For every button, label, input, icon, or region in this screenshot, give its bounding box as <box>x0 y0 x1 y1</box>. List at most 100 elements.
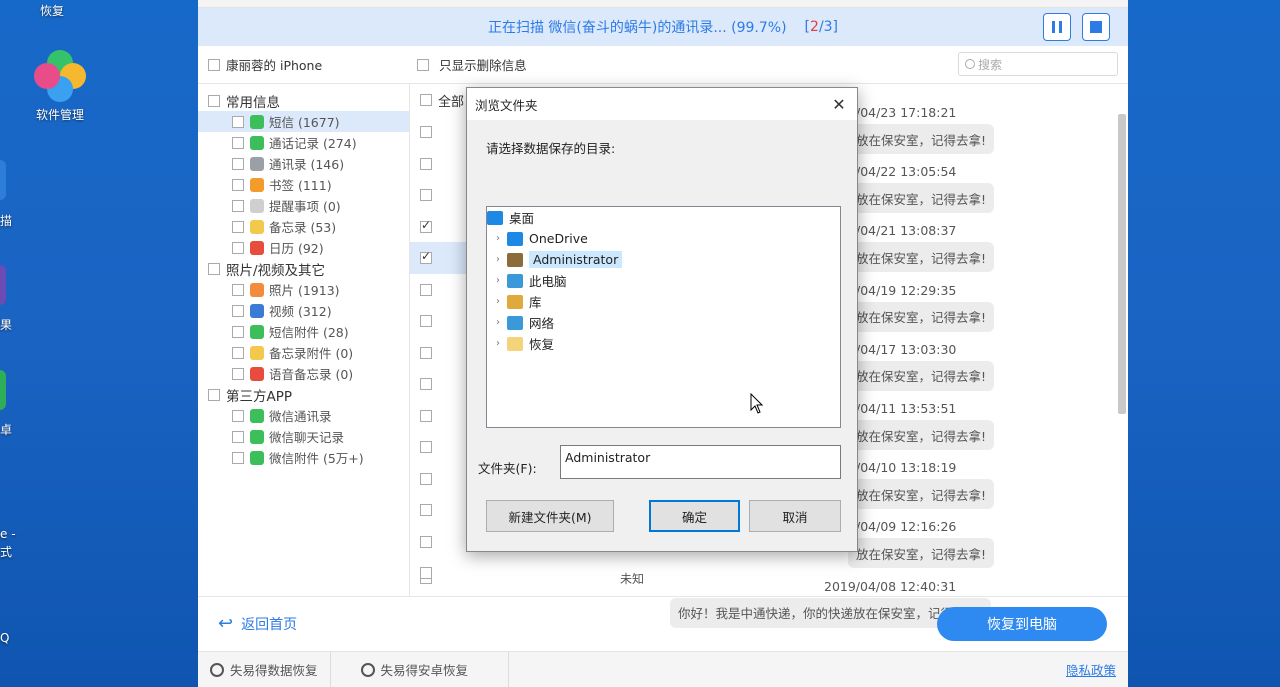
desktop-icon-recover[interactable]: 恢复 <box>40 2 64 19</box>
back-home-button[interactable]: ↩ 返回首页 <box>218 613 297 634</box>
tree-item[interactable]: 微信聊天记录 <box>198 426 409 447</box>
tree-checkbox[interactable] <box>208 262 220 275</box>
chat-scrollbar[interactable] <box>1118 114 1126 414</box>
tree-category[interactable]: 照片/视频及其它 <box>198 258 409 279</box>
back-arrow-icon: ↩ <box>218 613 234 634</box>
privacy-policy-link[interactable]: 隐私政策 <box>1066 660 1116 679</box>
row-checkbox[interactable] <box>420 157 432 170</box>
row-checkbox[interactable] <box>420 409 432 422</box>
cancel-button[interactable]: 取消 <box>749 500 841 532</box>
tree-item[interactable]: 通讯录 (146) <box>198 153 409 174</box>
tree-item[interactable]: 视频 (312) <box>198 300 409 321</box>
search-input[interactable]: 搜索 <box>958 52 1118 76</box>
row-checkbox[interactable] <box>420 283 432 296</box>
chevron-right-icon[interactable]: › <box>491 317 505 328</box>
row-checkbox[interactable] <box>420 378 432 390</box>
tree-item[interactable]: 微信通讯录 <box>198 405 409 426</box>
folder-tree-item[interactable]: › 网络 <box>487 312 840 333</box>
row-checkbox[interactable] <box>420 315 432 327</box>
tree-item[interactable]: 短信附件 (28) <box>198 321 409 342</box>
close-icon[interactable]: ✕ <box>827 92 851 116</box>
tree-checkbox[interactable] <box>232 430 244 443</box>
tree-item[interactable]: 语音备忘录 (0) <box>198 363 409 384</box>
tree-item[interactable]: 照片 (1913) <box>198 279 409 300</box>
tree-checkbox[interactable] <box>232 241 244 254</box>
tree-item[interactable]: 备忘录 (53) <box>198 216 409 237</box>
recover-to-pc-button[interactable]: 恢复到电脑 <box>937 607 1107 641</box>
tree-item[interactable]: 短信 (1677) <box>198 111 409 132</box>
new-folder-button[interactable]: 新建文件夹(M) <box>486 500 614 532</box>
tree-checkbox[interactable] <box>232 178 244 191</box>
device-label: 康丽蓉的 iPhone <box>226 58 323 73</box>
ok-button[interactable]: 确定 <box>649 500 740 532</box>
folder-tree-item[interactable]: › Administrator <box>487 249 840 270</box>
tree-item[interactable]: 微信附件 (5万+) <box>198 447 409 468</box>
folder-field[interactable]: Administrator <box>560 445 841 479</box>
tree-checkbox[interactable] <box>232 304 244 317</box>
status-link-android-recovery[interactable]: 失易得安卓恢复 <box>331 651 510 687</box>
folder-tree-item[interactable]: › 此电脑 <box>487 270 840 291</box>
device-checkbox[interactable] <box>208 58 220 71</box>
chevron-right-icon[interactable]: › <box>491 338 505 349</box>
software-manager-logo-icon <box>34 50 86 102</box>
voice-memo-icon <box>250 366 264 381</box>
status-link-data-recovery[interactable]: 失易得数据恢复 <box>198 651 331 687</box>
tree-label: 视频 (312) <box>269 304 332 319</box>
tree-checkbox[interactable] <box>232 367 244 380</box>
folder-tree-item[interactable]: 桌面 <box>487 207 840 228</box>
tree-checkbox[interactable] <box>232 325 244 338</box>
stop-button[interactable] <box>1082 13 1110 41</box>
row-checkbox[interactable] <box>420 126 432 138</box>
attachment-icon <box>250 324 264 339</box>
tree-item[interactable]: 备忘录附件 (0) <box>198 342 409 363</box>
tree-checkbox[interactable] <box>208 388 220 401</box>
tree-checkbox[interactable] <box>232 451 244 464</box>
tree-category[interactable]: 常用信息 <box>198 90 409 111</box>
deleted-only-checkbox[interactable] <box>417 58 430 71</box>
tree-item[interactable]: 日历 (92) <box>198 237 409 258</box>
message-bubble: 放在保安室，记得去拿! <box>848 360 995 391</box>
row-checkbox[interactable] <box>420 472 432 485</box>
row-checkbox[interactable] <box>420 249 432 264</box>
tree-item[interactable]: 书签 (111) <box>198 174 409 195</box>
tree-checkbox[interactable] <box>208 94 220 107</box>
tree-checkbox[interactable] <box>232 346 244 359</box>
select-all-checkbox[interactable] <box>420 94 432 106</box>
tree-item[interactable]: 提醒事项 (0) <box>198 195 409 216</box>
tree-checkbox[interactable] <box>232 283 244 296</box>
folder-tree-item[interactable]: › 库 <box>487 291 840 312</box>
chevron-right-icon[interactable]: › <box>491 254 505 265</box>
tree-checkbox[interactable] <box>232 220 244 233</box>
chevron-right-icon[interactable]: › <box>491 233 505 244</box>
chevron-right-icon[interactable]: › <box>491 275 505 286</box>
pause-button[interactable] <box>1043 13 1071 41</box>
folder-tree-item[interactable]: › 恢复 <box>487 333 840 354</box>
tree-item[interactable]: 通话记录 (274) <box>198 132 409 153</box>
row-checkbox[interactable] <box>420 567 432 579</box>
folder-tree-label: 桌面 <box>509 211 535 226</box>
row-checkbox[interactable] <box>420 504 432 516</box>
reminder-icon <box>250 198 264 213</box>
tree-checkbox[interactable] <box>232 157 244 170</box>
row-checkbox[interactable] <box>420 346 432 359</box>
folder-tree-item[interactable]: › OneDrive <box>487 228 840 249</box>
tree-checkbox[interactable] <box>232 136 244 149</box>
deleted-only-label: 只显示删除信息 <box>439 58 527 73</box>
tree-label: 第三方APP <box>226 388 293 405</box>
desktop-icon-software-manager[interactable]: 软件管理 <box>26 50 94 123</box>
row-checkbox[interactable] <box>420 218 432 233</box>
row-checkbox[interactable] <box>420 535 432 548</box>
folder-tree-label: 库 <box>529 295 542 310</box>
tree-category[interactable]: 第三方APP <box>198 384 409 405</box>
row-checkbox[interactable] <box>420 189 432 201</box>
row-checkbox[interactable] <box>420 441 432 453</box>
tree-checkbox[interactable] <box>232 409 244 422</box>
recovery-app-icon <box>210 662 224 677</box>
message-bubble: 放在保安室，记得去拿! <box>848 420 995 450</box>
desktop-icon-label: 软件管理 <box>35 108 84 122</box>
message-timestamp: /04/22 13:05:54 <box>856 164 957 180</box>
tree-checkbox[interactable] <box>232 115 244 128</box>
chevron-right-icon[interactable]: › <box>491 296 505 307</box>
list-row[interactable] <box>410 557 660 589</box>
tree-checkbox[interactable] <box>232 199 244 212</box>
